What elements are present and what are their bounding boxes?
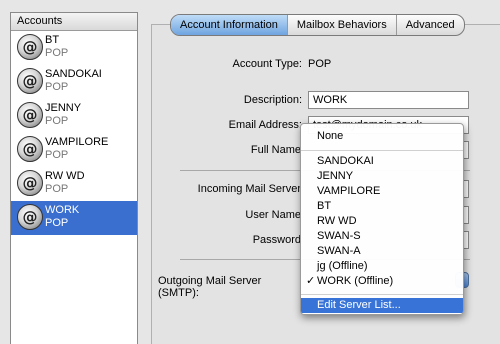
account-type-label: Account Type:	[232, 58, 302, 70]
menu-item-work-offline[interactable]: ✓ WORK (Offline)	[301, 274, 463, 289]
menu-item-label: WORK (Offline)	[317, 275, 394, 287]
menu-item-swan-a[interactable]: SWAN-A	[301, 244, 463, 259]
menu-item-none[interactable]: None	[301, 129, 463, 144]
account-item-jenny[interactable]: @ JENNY POP	[11, 99, 137, 133]
account-item-rw-wd[interactable]: @ RW WD POP	[11, 167, 137, 201]
account-name: WORK	[45, 204, 80, 216]
account-name: SANDOKAI	[45, 68, 102, 80]
menu-item-vampilore[interactable]: VAMPILORE	[301, 184, 463, 199]
account-name: JENNY	[45, 102, 82, 114]
description-input[interactable]: WORK	[308, 91, 469, 109]
smtp-label: Outgoing Mail Server (SMTP):	[158, 275, 262, 299]
password-label: Password	[252, 234, 301, 246]
account-item-vampilore[interactable]: @ VAMPILORE POP	[11, 133, 137, 167]
smtp-server-menu[interactable]: None SANDOKAI JENNY VAMPILORE BT RW WD S…	[300, 123, 464, 315]
accounts-list[interactable]: Accounts @ BT POP @ SANDOKAI POP @ JENNY…	[10, 12, 138, 344]
menu-item-swan-s[interactable]: SWAN-S	[301, 229, 463, 244]
account-type: POP	[45, 47, 69, 59]
mail-account-icon: @	[17, 34, 43, 60]
account-type: POP	[45, 115, 69, 127]
tab-mailbox-behaviors[interactable]: Mailbox Behaviors	[286, 15, 396, 35]
account-item-bt[interactable]: @ BT POP	[11, 31, 137, 65]
tab-bar: Account Information Mailbox Behaviors Ad…	[170, 14, 465, 36]
account-name: VAMPILORE	[45, 136, 109, 148]
menu-item-bt[interactable]: BT	[301, 199, 463, 214]
checkmark-icon: ✓	[306, 275, 316, 287]
menu-separator	[301, 294, 463, 295]
user-name-label: User Name	[245, 209, 301, 221]
account-item-sandokai[interactable]: @ SANDOKAI POP	[11, 65, 137, 99]
menu-item-rw-wd[interactable]: RW WD	[301, 214, 463, 229]
account-name: BT	[45, 34, 60, 46]
account-item-work[interactable]: @ WORK POP	[11, 201, 137, 235]
account-type-value: POP	[308, 58, 332, 70]
account-type: POP	[45, 81, 69, 93]
mail-account-icon: @	[17, 102, 43, 128]
incoming-server-label: Incoming Mail Server	[197, 183, 301, 195]
menu-item-edit-server-list[interactable]: Edit Server List...	[301, 298, 463, 313]
mail-account-icon: @	[17, 68, 43, 94]
tab-advanced[interactable]: Advanced	[395, 15, 464, 35]
full-name-label: Full Name	[250, 144, 301, 156]
description-label: Description:	[243, 94, 302, 106]
account-name: RW WD	[45, 170, 85, 182]
account-type: POP	[45, 149, 69, 161]
tab-account-information[interactable]: Account Information	[171, 15, 287, 35]
menu-item-jenny[interactable]: JENNY	[301, 169, 463, 184]
menu-item-sandokai[interactable]: SANDOKAI	[301, 154, 463, 169]
mail-account-icon: @	[17, 136, 43, 162]
account-type: POP	[45, 217, 69, 229]
menu-separator	[301, 150, 463, 151]
accounts-header: Accounts	[11, 13, 137, 31]
mail-account-icon: @	[17, 204, 43, 230]
account-type: POP	[45, 183, 69, 195]
email-address-label: Email Address:	[228, 119, 302, 131]
mail-account-icon: @	[17, 170, 43, 196]
menu-item-jg-offline[interactable]: jg (Offline)	[301, 259, 463, 274]
